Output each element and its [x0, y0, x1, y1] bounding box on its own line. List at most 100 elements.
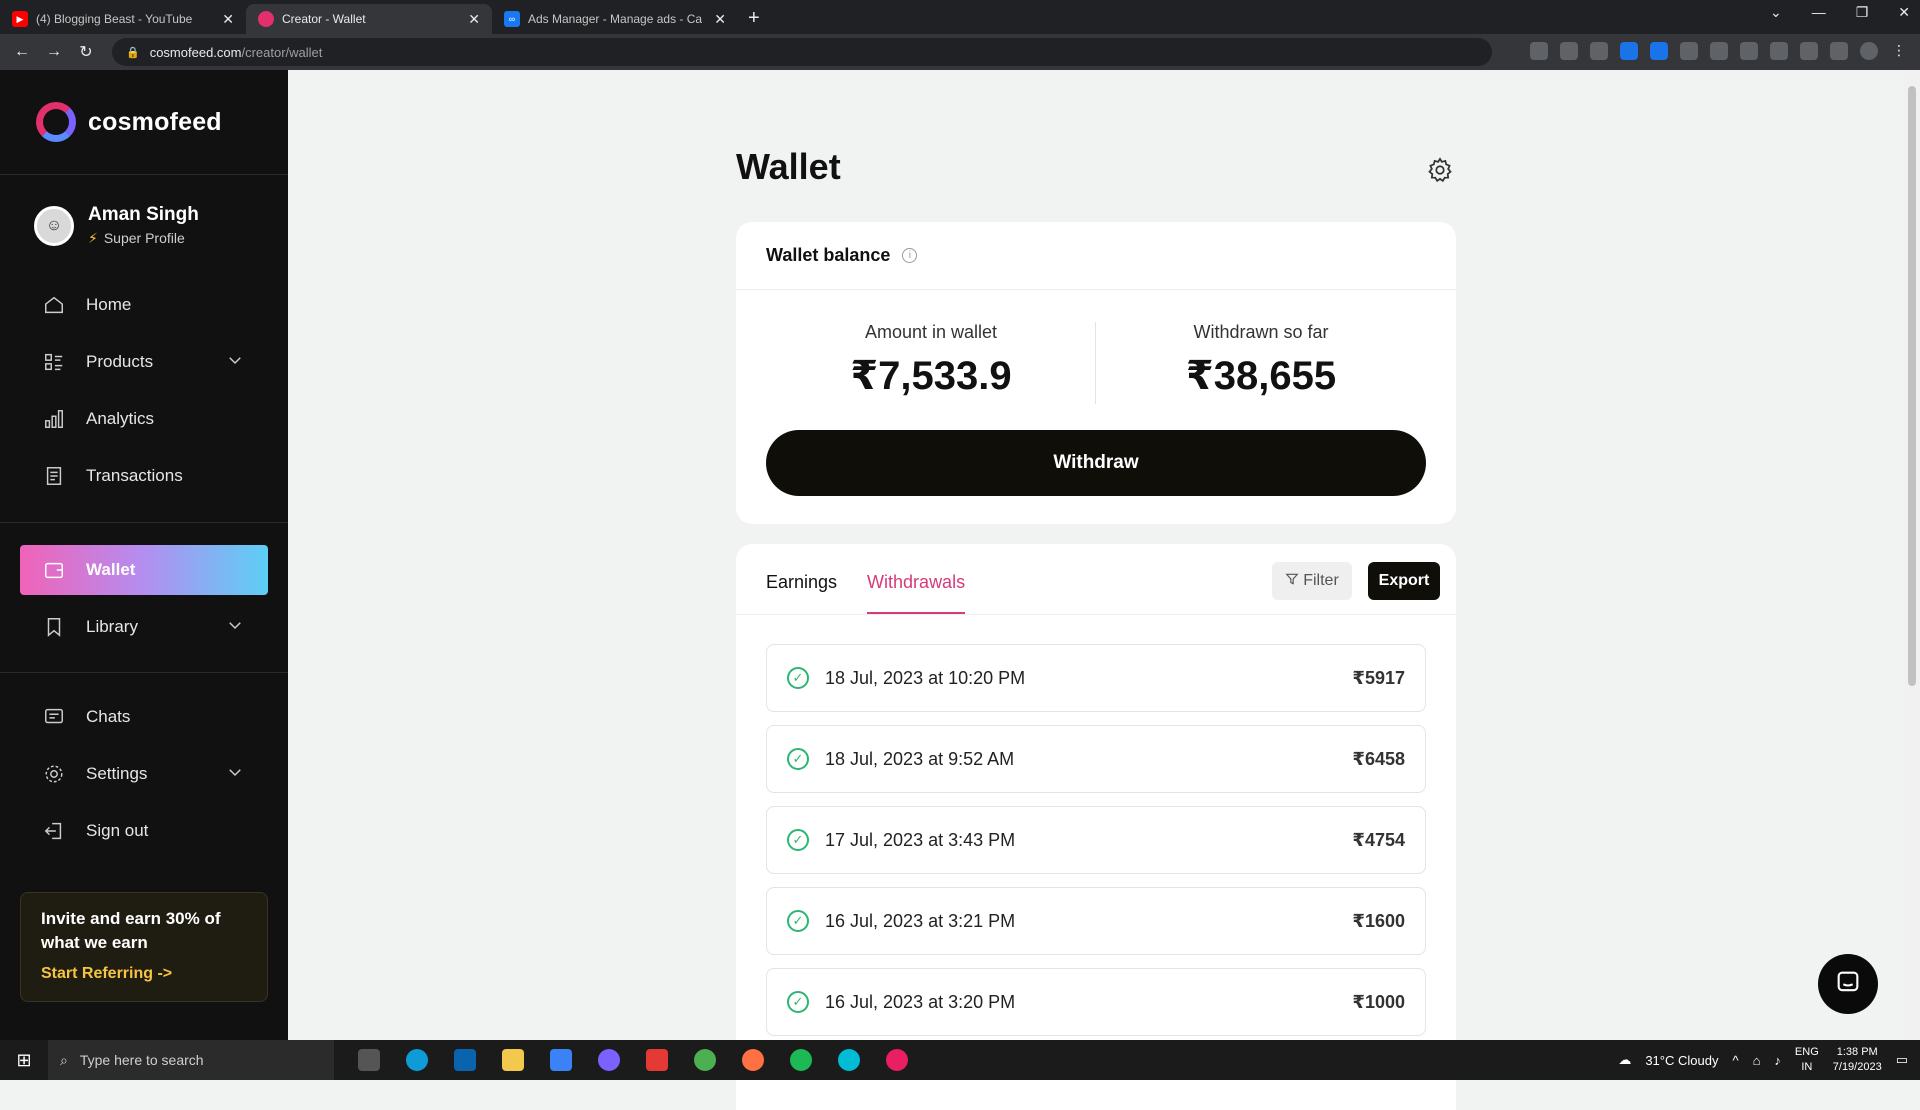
wps-icon[interactable] [646, 1049, 668, 1071]
sidebar-item-sign-out[interactable]: Sign out [20, 806, 268, 856]
sidebar-item-label: Settings [86, 764, 148, 783]
profile-icon[interactable] [1860, 42, 1878, 60]
sidebar-item-products[interactable]: Products [20, 337, 268, 387]
mail-icon[interactable] [454, 1049, 476, 1071]
sidebar-item-transactions[interactable]: Transactions [20, 451, 268, 501]
filter-button[interactable]: Filter [1272, 562, 1352, 600]
extension-icon[interactable] [1620, 42, 1638, 60]
puzzle-icon[interactable] [1800, 42, 1818, 60]
gear-icon[interactable] [1426, 156, 1454, 184]
withdraw-button[interactable]: Withdraw [766, 430, 1426, 496]
chat-icon [42, 705, 66, 729]
close-tab-icon[interactable]: ✕ [714, 11, 726, 28]
page-scrollbar[interactable] [1904, 70, 1920, 1040]
info-icon[interactable]: i [902, 248, 918, 263]
close-tab-icon[interactable]: ✕ [222, 11, 234, 28]
file-explorer-icon[interactable] [502, 1049, 524, 1071]
share-icon[interactable] [1560, 42, 1578, 60]
list-item[interactable]: ✓ 17 Jul, 2023 at 3:43 PM ₹4754 [766, 806, 1426, 874]
spotify-icon[interactable] [790, 1049, 812, 1071]
sidebar-item-settings[interactable]: Settings [20, 749, 268, 799]
sidebar-item-label: Library [86, 617, 138, 636]
extension-icon[interactable] [1770, 42, 1788, 60]
user-profile[interactable]: ☺ Aman Singh ⚡ Super Profile [34, 204, 199, 247]
notification-icon[interactable]: ▭ [1896, 1052, 1908, 1068]
bolt-icon: ⚡ [88, 230, 98, 246]
tab-earnings[interactable]: Earnings [766, 544, 837, 614]
minimize-icon[interactable]: — [1812, 4, 1826, 21]
side-panel-icon[interactable] [1830, 42, 1848, 60]
analytics-icon [42, 407, 66, 431]
list-item[interactable]: ✓ 18 Jul, 2023 at 9:52 AM ₹6458 [766, 725, 1426, 793]
chevron-down-icon[interactable] [226, 351, 244, 374]
check-circle-icon: ✓ [787, 991, 809, 1013]
forward-icon[interactable]: → [38, 43, 70, 61]
tab-title: Ads Manager - Manage ads - Ca [528, 12, 703, 26]
network-icon[interactable]: ⌂ [1753, 1053, 1761, 1068]
edge-icon[interactable] [406, 1049, 428, 1071]
sidebar-item-chats[interactable]: Chats [20, 692, 268, 742]
region-code: IN [1801, 1061, 1813, 1073]
volume-icon[interactable]: ♪ [1774, 1053, 1781, 1068]
menu-icon[interactable]: ⋮ [1890, 42, 1908, 60]
sidebar-item-home[interactable]: Home [20, 280, 268, 330]
browser-tab-ads-manager[interactable]: ∞ Ads Manager - Manage ads - Ca ✕ [492, 4, 738, 34]
browser-tab-wallet[interactable]: Creator - Wallet ✕ [246, 4, 492, 34]
close-window-icon[interactable]: ✕ [1898, 4, 1910, 21]
extension-icons: ⋮ [1530, 42, 1908, 60]
list-item[interactable]: ✓ 16 Jul, 2023 at 3:21 PM ₹1600 [766, 887, 1426, 955]
list-item[interactable]: ✓ 16 Jul, 2023 at 3:20 PM ₹1000 [766, 968, 1426, 1036]
withdrawal-amount: ₹6458 [1352, 748, 1405, 769]
clock[interactable]: 1:38 PM 7/19/2023 [1833, 1045, 1882, 1075]
scrollbar-thumb[interactable] [1908, 86, 1916, 686]
start-referring-link[interactable]: Start Referring -> [41, 965, 247, 983]
address-bar[interactable]: 🔒 cosmofeed.com/creator/wallet [112, 38, 1492, 66]
task-view-icon[interactable] [358, 1049, 380, 1071]
weather-text[interactable]: 31°C Cloudy [1645, 1053, 1718, 1068]
check-circle-icon: ✓ [787, 748, 809, 770]
extension-icon[interactable] [1680, 42, 1698, 60]
close-tab-icon[interactable]: ✕ [468, 11, 480, 28]
restore-icon[interactable]: ❐ [1856, 4, 1869, 21]
filter-label: Filter [1303, 572, 1339, 589]
sidebar-item-label: Products [86, 352, 154, 371]
tab-withdrawals[interactable]: Withdrawals [867, 544, 966, 614]
app-icon[interactable] [838, 1049, 860, 1071]
user-name: Aman Singh [88, 204, 199, 225]
bookmark-icon [42, 615, 66, 639]
chevron-up-icon[interactable]: ^ [1732, 1053, 1738, 1068]
windows-start-icon[interactable]: ⊞ [0, 1050, 48, 1071]
browser-tab-youtube[interactable]: ▶ (4) Blogging Beast - YouTube ✕ [0, 4, 246, 34]
firefox-icon[interactable] [742, 1049, 764, 1071]
extension-icon[interactable] [1650, 42, 1668, 60]
tab-search-icon[interactable]: ⌄ [1770, 4, 1782, 21]
withdrawal-amount: ₹5917 [1352, 667, 1405, 688]
check-circle-icon: ✓ [787, 910, 809, 932]
chevron-down-icon[interactable] [226, 616, 244, 639]
chat-support-button[interactable] [1818, 954, 1878, 1014]
app-icon[interactable] [886, 1049, 908, 1071]
back-icon[interactable]: ← [6, 43, 38, 61]
export-button[interactable]: Export [1368, 562, 1440, 600]
app-icon[interactable] [598, 1049, 620, 1071]
brand-logo[interactable]: cosmofeed [36, 102, 222, 142]
chrome-icon[interactable] [694, 1049, 716, 1071]
sidebar-item-analytics[interactable]: Analytics [20, 394, 268, 444]
language-indicator[interactable]: ENG IN [1795, 1045, 1819, 1075]
store-icon[interactable] [550, 1049, 572, 1071]
reload-icon[interactable]: ↻ [70, 42, 102, 62]
star-icon[interactable] [1590, 42, 1608, 60]
withdrawal-date: 16 Jul, 2023 at 3:20 PM [825, 991, 1016, 1012]
sign-out-icon [42, 819, 66, 843]
taskbar-search[interactable]: ⌕ Type here to search [48, 1040, 334, 1080]
sidebar-item-wallet[interactable]: Wallet [20, 545, 268, 595]
weather-icon: ☁ [1618, 1052, 1632, 1067]
extension-icon[interactable] [1740, 42, 1758, 60]
new-tab-icon[interactable]: + [748, 7, 760, 30]
zoom-icon[interactable] [1530, 42, 1548, 60]
filter-icon [1285, 572, 1299, 591]
extension-icon[interactable] [1710, 42, 1728, 60]
list-item[interactable]: ✓ 18 Jul, 2023 at 10:20 PM ₹5917 [766, 644, 1426, 712]
sidebar-item-library[interactable]: Library [20, 602, 268, 652]
chevron-down-icon[interactable] [226, 763, 244, 786]
